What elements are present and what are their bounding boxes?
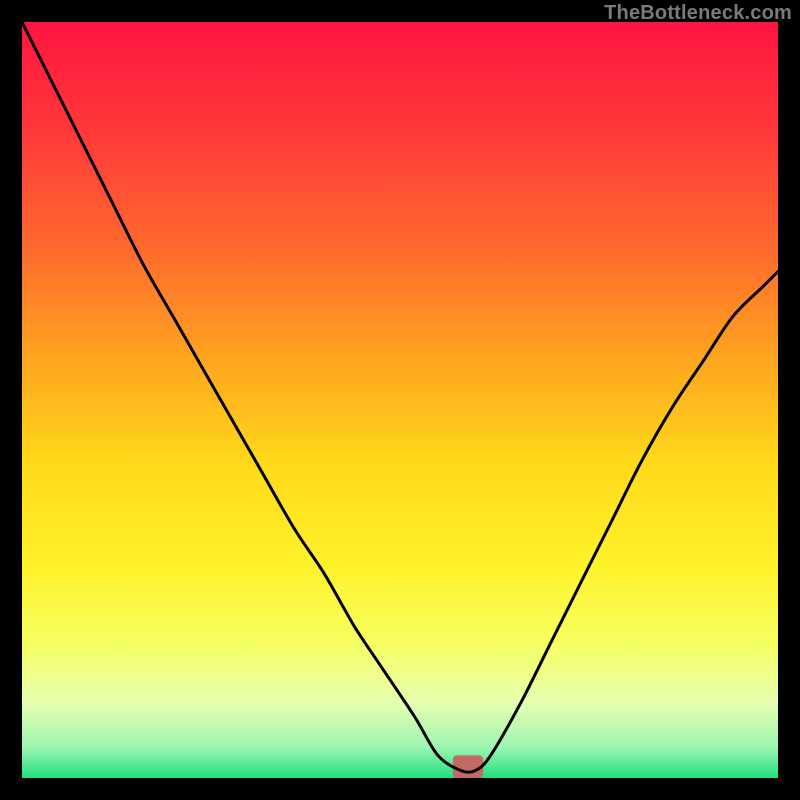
sweet-spot-marker xyxy=(453,755,483,778)
watermark-label: TheBottleneck.com xyxy=(604,2,792,25)
chart-svg xyxy=(0,0,800,800)
chart-stage: TheBottleneck.com xyxy=(0,0,800,800)
plot-background xyxy=(22,22,778,778)
